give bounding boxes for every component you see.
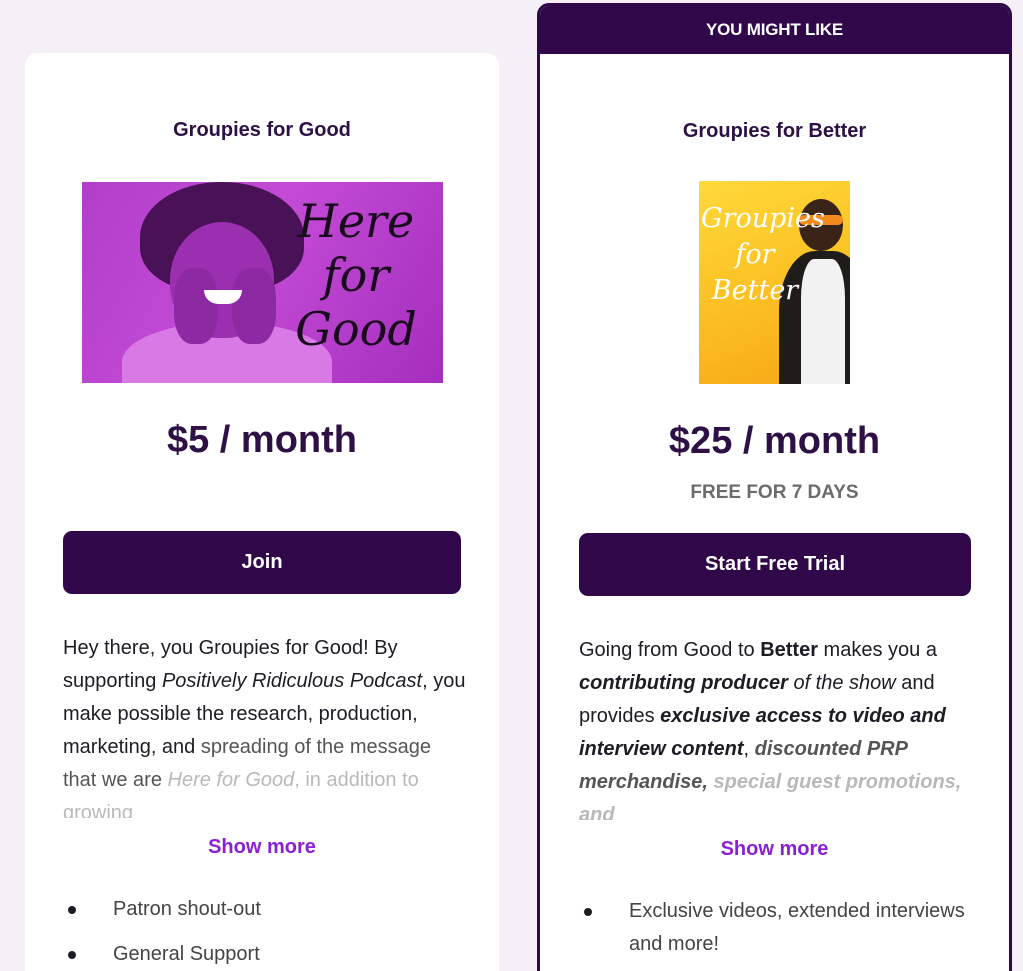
tier-description: Hey there, you Groupies for Good! By sup… — [63, 637, 466, 818]
benefit-item: General Support — [63, 938, 463, 971]
image-script-text: Here for Good — [295, 194, 417, 356]
tier-title: Groupies for Better — [682, 120, 867, 142]
tier-card-groupies-for-better: YOU MIGHT LIKE Groupies for Better Group… — [537, 3, 1012, 971]
benefits-list: Patron shout-out General Support — [63, 893, 463, 971]
tier-price: $25 / month — [668, 420, 881, 462]
show-more-link[interactable]: Show more — [25, 836, 499, 859]
join-button[interactable]: Join — [63, 531, 461, 594]
tier-title: Groupies for Good — [173, 119, 351, 141]
hand-shape — [232, 268, 276, 344]
benefit-item: Patron shout-out — [63, 893, 463, 926]
tier-price: $5 / month — [166, 419, 358, 461]
tier-image: Groupies for Better — [699, 181, 850, 384]
recommended-ribbon: YOU MIGHT LIKE — [540, 6, 1009, 54]
start-free-trial-button[interactable]: Start Free Trial — [579, 533, 971, 596]
bullet-icon — [68, 951, 76, 959]
benefits-list: Exclusive videos, extended interviews an… — [579, 895, 979, 971]
bullet-icon — [584, 908, 592, 916]
show-more-link[interactable]: Show more — [540, 838, 1009, 861]
image-script-text: Groupies for Better — [701, 203, 825, 306]
tier-image: Here for Good — [82, 182, 443, 383]
trial-note: FREE FOR 7 DAYS — [690, 482, 859, 503]
benefit-item: Exclusive videos, extended interviews an… — [579, 895, 979, 961]
bullet-icon — [68, 906, 76, 914]
membership-tiers-page: Groupies for Good Here for Good $5 / mon… — [0, 0, 1023, 971]
tier-description: Going from Good to Better makes you a co… — [579, 639, 962, 820]
hand-shape — [174, 268, 218, 344]
tier-card-groupies-for-good: Groupies for Good Here for Good $5 / mon… — [25, 53, 499, 971]
